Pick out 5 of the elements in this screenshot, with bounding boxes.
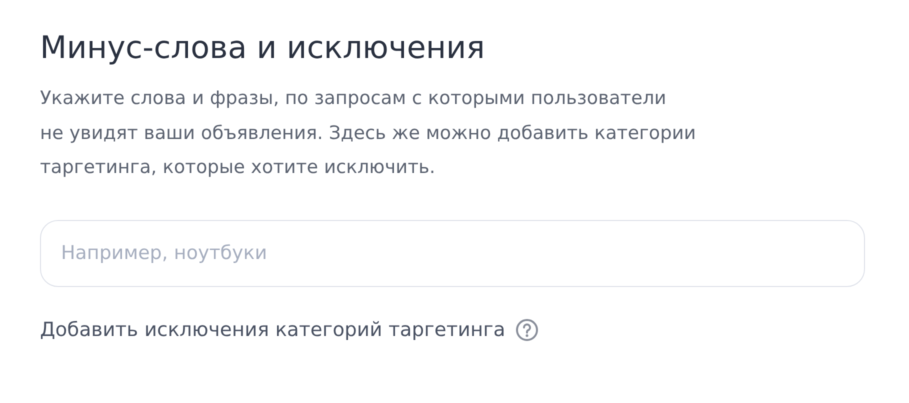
input-field[interactable]: Например, ноутбуки — [40, 220, 865, 286]
add-exclusions-link[interactable]: Добавить исключения категорий таргетинга — [40, 318, 506, 341]
help-icon[interactable] — [515, 318, 540, 342]
section-title: Минус-слова и исключения — [40, 29, 486, 68]
description: Укажите слова и фразы, по запросам с которыми пользователи не увидят ваши объявления. Здесь же можно добавить категории таргетинга, которые хотите исключить. — [40, 87, 697, 180]
